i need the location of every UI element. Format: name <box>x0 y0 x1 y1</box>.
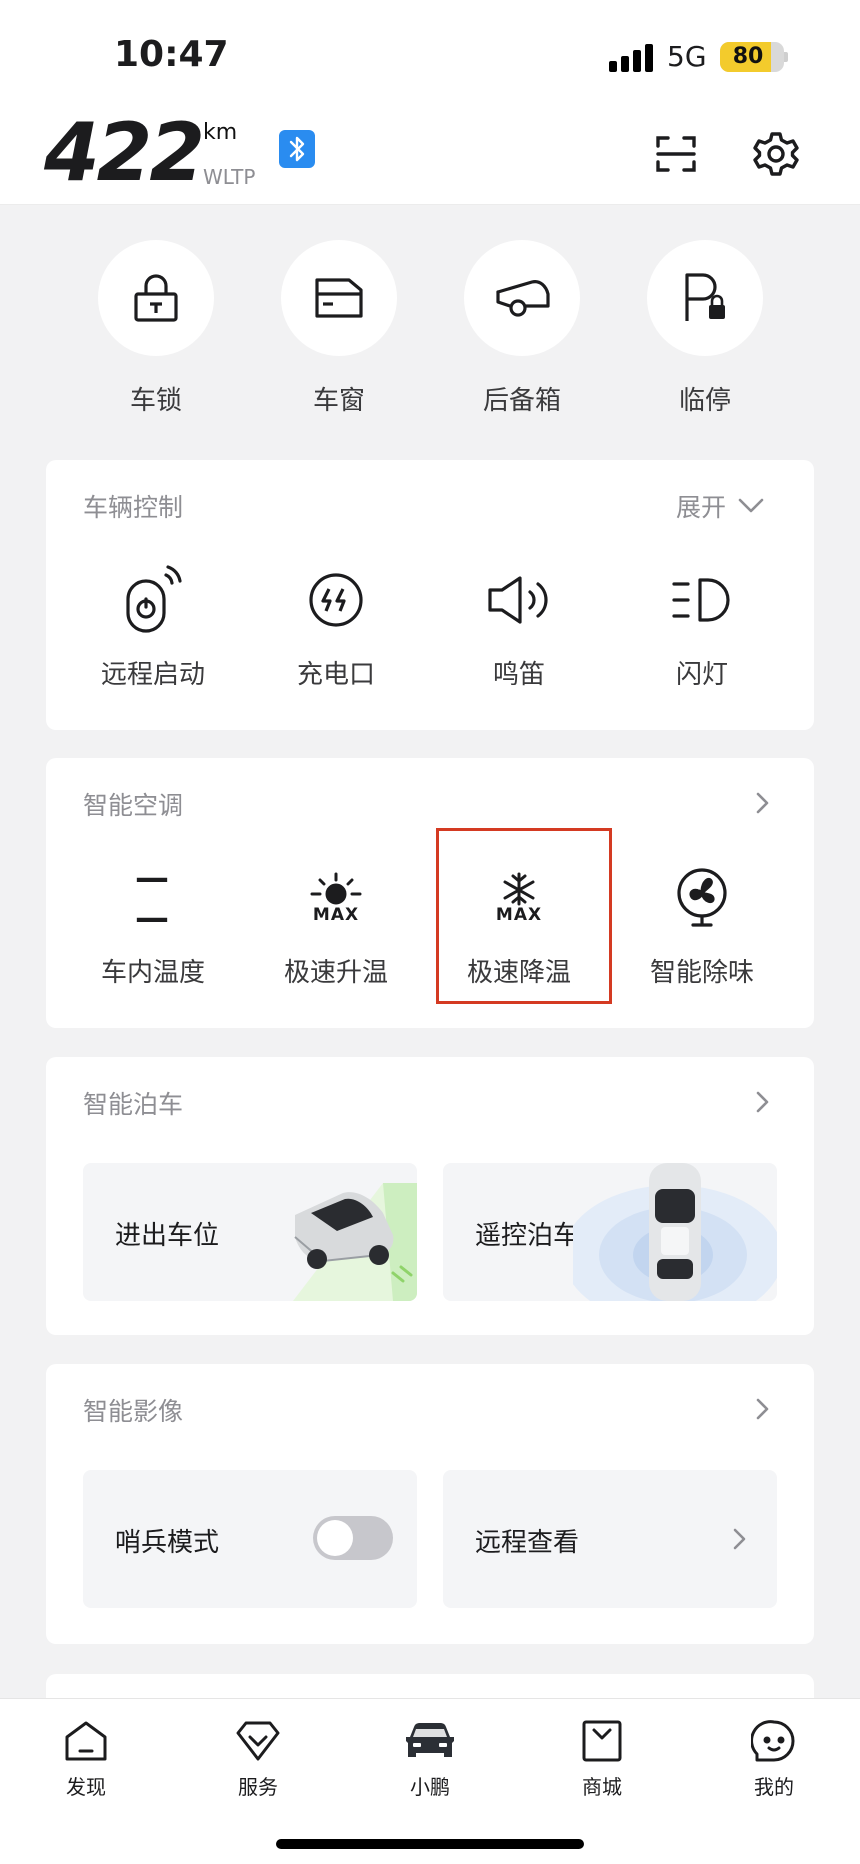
card-title: 智能影像 <box>83 1397 184 1426</box>
expand-button[interactable]: 展开 <box>676 488 764 524</box>
quick-action-label: 车锁 <box>129 386 182 416</box>
flash-lights-icon <box>662 560 742 640</box>
settings-gear-icon[interactable] <box>752 130 800 178</box>
profile-icon <box>724 1717 824 1765</box>
chevron-right-icon[interactable] <box>752 792 774 814</box>
expand-label: 展开 <box>675 493 726 522</box>
range-value: 422 <box>44 106 205 199</box>
car-parking-illustration <box>293 1183 417 1301</box>
tile-sentry-mode: 哨兵模式 <box>83 1470 417 1608</box>
max-label: MAX <box>312 905 360 925</box>
discover-icon <box>36 1717 136 1765</box>
horn-icon <box>479 560 559 640</box>
highlight-box <box>436 828 612 1004</box>
home-indicator <box>276 1839 584 1849</box>
sentry-mode-toggle[interactable] <box>313 1516 393 1560</box>
window-icon <box>281 240 397 356</box>
tile-label: 远程查看 <box>475 1528 580 1558</box>
range-standard: WLTP <box>203 165 256 189</box>
card-title: 车辆控制 <box>83 493 184 522</box>
range-unit: km <box>203 120 238 145</box>
climate-max-heat[interactable]: MAX 极速升温 <box>251 858 421 989</box>
tab-label: 小鹏 <box>410 1775 450 1799</box>
tab-service[interactable]: 服务 <box>208 1717 308 1800</box>
imaging-card: 智能影像 哨兵模式 远程查看 <box>46 1364 814 1644</box>
charge-port-icon <box>296 560 376 640</box>
chevron-down-icon <box>738 498 764 513</box>
tab-profile[interactable]: 我的 <box>724 1717 824 1800</box>
chevron-right-icon[interactable] <box>752 1398 774 1420</box>
store-icon <box>552 1717 652 1765</box>
control-label: 远程启动 <box>100 660 205 690</box>
tile-label: 遥控泊车 <box>475 1221 580 1251</box>
control-flash-lights[interactable]: 闪灯 <box>617 560 787 691</box>
climate-label: 智能除味 <box>649 958 754 988</box>
cabin-temperature-icon: — — <box>113 858 193 938</box>
climate-label: 极速升温 <box>283 958 388 988</box>
climate-deodorize[interactable]: 智能除味 <box>617 858 787 989</box>
battery-percent: 80 <box>732 44 764 69</box>
control-label: 鸣笛 <box>492 660 545 690</box>
tab-discover[interactable]: 发现 <box>36 1717 136 1800</box>
tile-remote-view[interactable]: 远程查看 <box>443 1470 777 1608</box>
max-heat-icon: MAX <box>296 858 376 938</box>
bluetooth-icon[interactable] <box>279 130 315 168</box>
quick-action-label: 车窗 <box>312 386 365 416</box>
service-icon <box>208 1717 308 1765</box>
tab-label: 服务 <box>238 1775 278 1799</box>
scan-icon[interactable] <box>652 130 700 178</box>
quick-action-temp-parking[interactable]: 临停 <box>647 240 763 417</box>
remote-start-icon <box>113 560 193 640</box>
fan-icon <box>662 858 742 938</box>
tile-remote-parking[interactable]: 遥控泊车 <box>443 1163 777 1301</box>
tile-label: 进出车位 <box>115 1221 220 1251</box>
trunk-icon <box>464 240 580 356</box>
control-label: 闪灯 <box>675 660 728 690</box>
tab-label: 我的 <box>754 1775 794 1799</box>
lock-icon <box>98 240 214 356</box>
tile-park-in-out[interactable]: 进出车位 <box>83 1163 417 1301</box>
car-icon <box>380 1717 480 1765</box>
climate-card: 智能空调 — — 车内温度 MAX 极速升温 MAX 极速降温 智能除味 <box>46 758 814 1028</box>
toggle-knob <box>317 1520 353 1556</box>
cabin-temperature-value: — — <box>135 858 171 938</box>
quick-action-label: 后备箱 <box>482 386 561 416</box>
car-remote-illustration <box>573 1163 777 1301</box>
chevron-right-icon[interactable] <box>752 1091 774 1113</box>
control-label: 充电口 <box>296 660 375 690</box>
quick-action-trunk[interactable]: 后备箱 <box>464 240 580 417</box>
card-title: 智能泊车 <box>83 1090 184 1119</box>
chevron-right-icon <box>733 1528 746 1550</box>
tab-xpeng[interactable]: 小鹏 <box>380 1717 480 1800</box>
card-title: 智能空调 <box>83 791 184 820</box>
quick-action-window[interactable]: 车窗 <box>281 240 397 417</box>
climate-cabin-temperature[interactable]: — — 车内温度 <box>68 858 238 989</box>
tab-label: 商城 <box>582 1775 622 1799</box>
tab-label: 发现 <box>66 1775 106 1799</box>
control-remote-start[interactable]: 远程启动 <box>68 560 238 691</box>
signal-icon <box>609 44 655 72</box>
vehicle-control-card: 车辆控制 展开 远程启动 充电口 鸣笛 闪灯 <box>46 460 814 730</box>
tile-label: 哨兵模式 <box>115 1528 220 1558</box>
quick-action-label: 临停 <box>678 386 731 416</box>
battery-nub <box>784 52 788 62</box>
tab-store[interactable]: 商城 <box>552 1717 652 1800</box>
status-time: 10:47 <box>114 34 229 75</box>
parking-card: 智能泊车 进出车位 遥控泊车 <box>46 1057 814 1335</box>
battery-icon: 80 <box>720 42 784 72</box>
control-charge-port[interactable]: 充电口 <box>251 560 421 691</box>
quick-action-lock[interactable]: 车锁 <box>98 240 214 417</box>
header-area: 10:47 5G 80 422 km WLTP <box>0 0 860 205</box>
climate-label: 车内温度 <box>100 958 205 988</box>
parking-lock-icon <box>647 240 763 356</box>
control-horn[interactable]: 鸣笛 <box>434 560 604 691</box>
network-type: 5G <box>667 40 707 73</box>
